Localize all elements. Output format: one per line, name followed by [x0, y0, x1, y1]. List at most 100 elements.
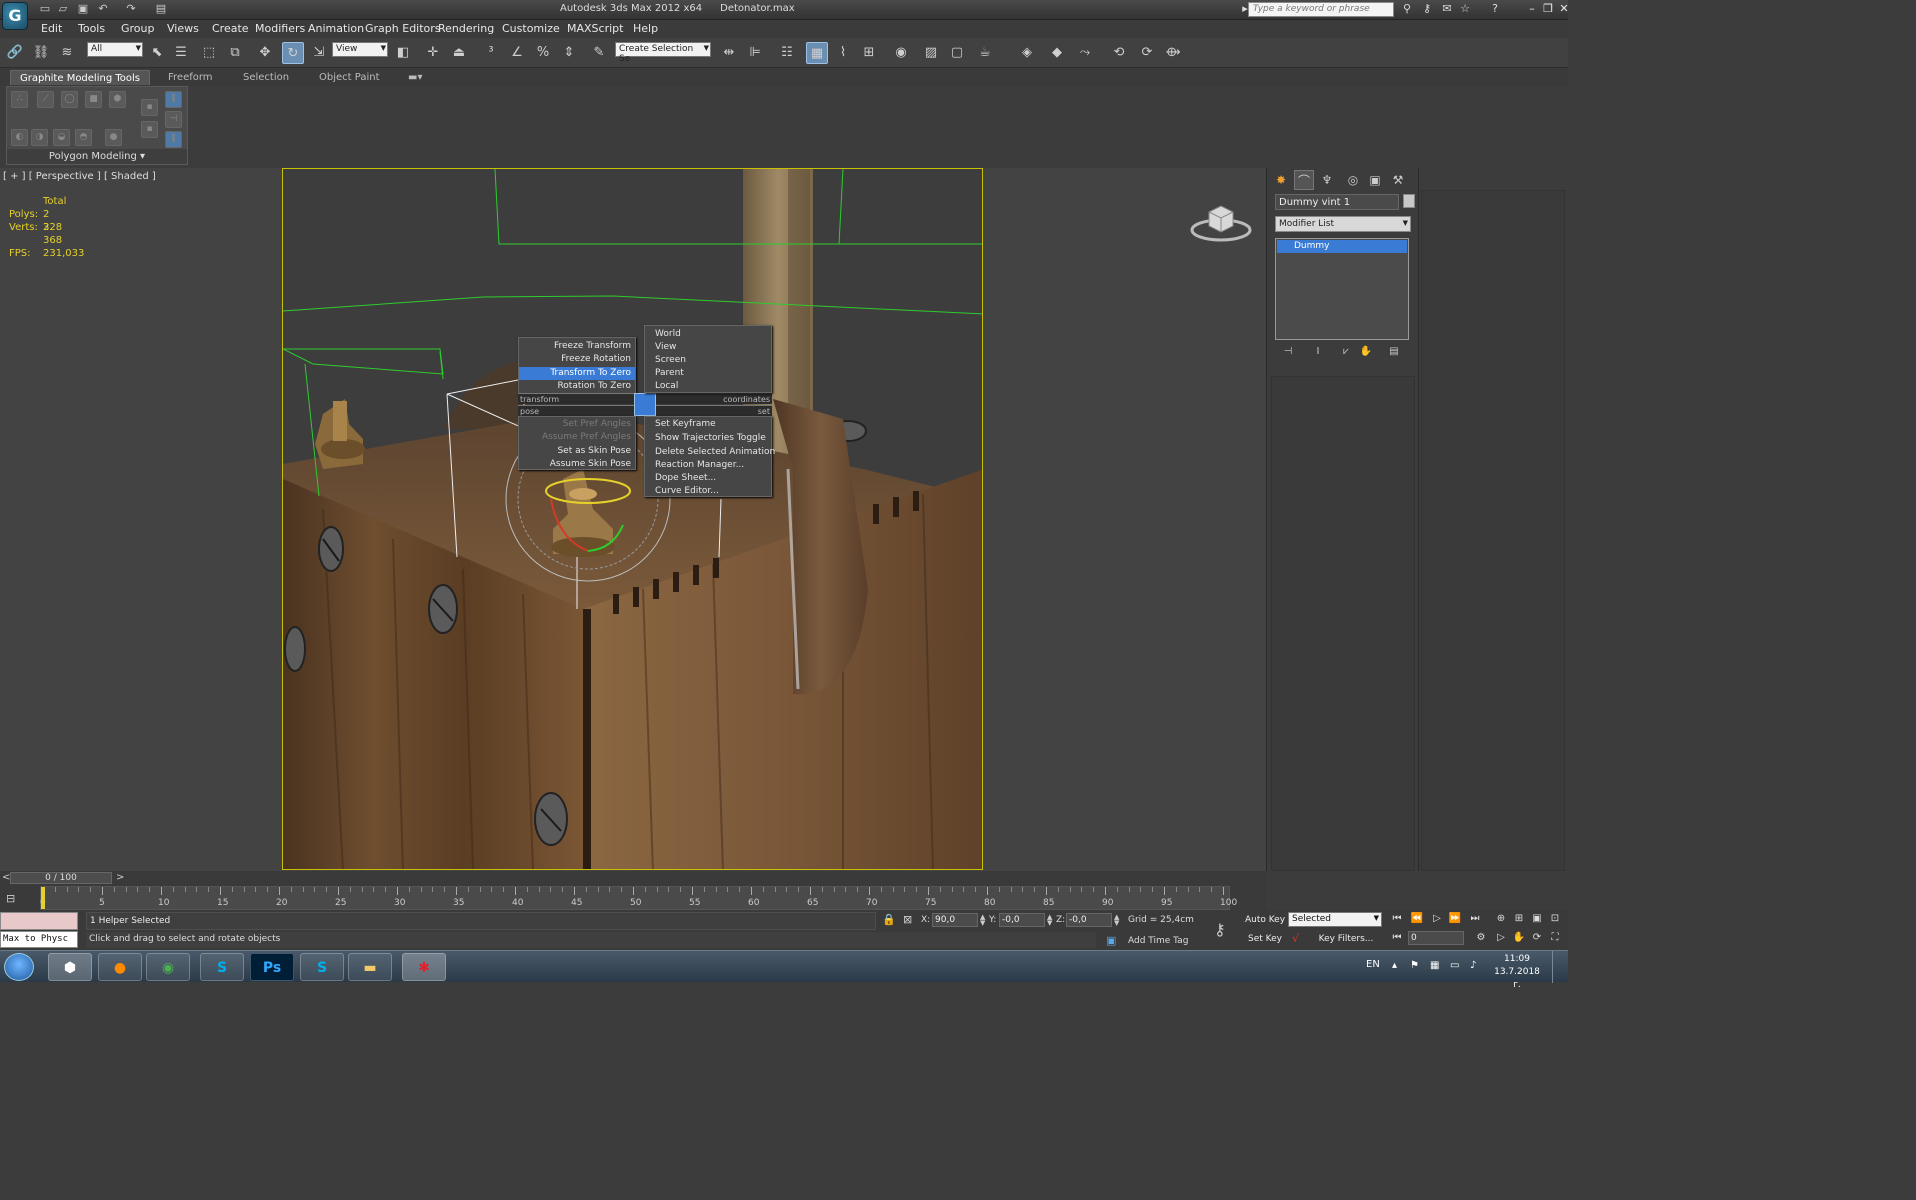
- time-next-button[interactable]: >: [116, 872, 124, 883]
- perspective-viewport[interactable]: [ + ] [ Perspective ] [ Shaded ] Total P…: [0, 168, 1266, 871]
- tray-expand-icon[interactable]: ▴: [1392, 960, 1397, 971]
- modifier-list-dropdown[interactable]: Modifier List: [1275, 216, 1411, 232]
- ribbon-options-icon[interactable]: ▬▾: [404, 70, 426, 85]
- mirror-icon[interactable]: ⇹: [718, 42, 740, 64]
- time-slider-thumb[interactable]: 0 / 100: [10, 872, 112, 884]
- new-file-icon[interactable]: ▭: [38, 2, 52, 16]
- unlink-icon[interactable]: ⛓: [30, 42, 52, 64]
- field-of-view-icon[interactable]: ▷: [1492, 932, 1510, 943]
- save-file-icon[interactable]: ▣: [76, 2, 90, 16]
- menu-rendering[interactable]: Rendering: [438, 22, 494, 35]
- tray-monitor-icon[interactable]: ▭: [1450, 960, 1459, 971]
- zoom-icon[interactable]: ⊕: [1492, 913, 1510, 924]
- y-coord-field[interactable]: -0,0: [999, 913, 1045, 927]
- set-key-icon[interactable]: ⚷: [1214, 920, 1226, 939]
- menu-item-curve-editor[interactable]: Curve Editor...: [655, 485, 771, 498]
- configure-sets-icon[interactable]: ▤: [1385, 346, 1403, 360]
- toolbar-ext-6-icon[interactable]: ⟴: [1162, 42, 1184, 64]
- angle-snap-icon[interactable]: ∠: [506, 42, 528, 64]
- toolbar-ext-3-icon[interactable]: ⤳: [1074, 42, 1096, 64]
- menu-item-assume-skin-pose[interactable]: Assume Skin Pose: [519, 458, 635, 471]
- menu-help[interactable]: Help: [633, 22, 658, 35]
- select-by-name-icon[interactable]: ☰: [170, 42, 192, 64]
- layer-manager-icon[interactable]: ☷: [776, 42, 798, 64]
- polygon-mode-icon[interactable]: ■: [85, 91, 102, 108]
- pan-view-icon[interactable]: ✋: [1510, 932, 1528, 943]
- select-and-move-icon[interactable]: ✥: [254, 42, 276, 64]
- key-icon[interactable]: ⚷: [1420, 2, 1434, 16]
- play-icon[interactable]: ▷: [1428, 913, 1446, 924]
- curve-editor-icon[interactable]: ⌇: [832, 42, 854, 64]
- material-editor-icon[interactable]: ◉: [890, 42, 912, 64]
- polygon-modeling-dropdown[interactable]: Polygon Modeling ▾: [7, 149, 187, 164]
- taskbar-explorer[interactable]: ▬: [348, 953, 392, 981]
- bind-space-warp-icon[interactable]: ≋: [56, 42, 78, 64]
- ref-coord-dropdown[interactable]: View: [332, 42, 388, 57]
- toggle-icon[interactable]: ⫼: [165, 131, 182, 148]
- select-manipulate-icon[interactable]: ✛: [422, 42, 444, 64]
- rect-selection-icon[interactable]: ⬚: [198, 42, 220, 64]
- key-filters-button[interactable]: Key Filters...: [1316, 932, 1376, 947]
- mini-curve-editor-icon[interactable]: ⊟: [6, 892, 15, 905]
- menu-item-dope-sheet[interactable]: Dope Sheet...: [655, 472, 771, 485]
- maxscript-listener-output[interactable]: [0, 912, 78, 930]
- view-cube[interactable]: [1190, 200, 1252, 242]
- menu-item-view[interactable]: View: [655, 341, 765, 354]
- selection-filter-dropdown[interactable]: All: [87, 42, 143, 57]
- viewport-label[interactable]: [ + ] [ Perspective ] [ Shaded ]: [3, 171, 156, 182]
- tray-network-icon[interactable]: ▦: [1430, 960, 1439, 971]
- selection-set-dropdown[interactable]: Selected: [1288, 912, 1382, 927]
- select-and-link-icon[interactable]: 🔗: [4, 42, 26, 64]
- pivot-center-icon[interactable]: ◧: [392, 42, 414, 64]
- vertex-mode-icon[interactable]: ∴: [11, 91, 28, 108]
- menu-edit[interactable]: Edit: [41, 22, 62, 35]
- maximize-viewport-icon[interactable]: ⛶: [1546, 932, 1564, 943]
- taskbar-app-red[interactable]: ✱: [402, 953, 446, 981]
- stack-item-dummy[interactable]: Dummy: [1277, 240, 1407, 253]
- render-teapot-icon[interactable]: ☕: [974, 42, 996, 64]
- utilities-tab-icon[interactable]: ⚒: [1388, 170, 1408, 190]
- taskbar-skype[interactable]: S: [200, 953, 244, 981]
- show-end-result-icon[interactable]: ⊣: [165, 111, 182, 128]
- set-key-button[interactable]: Set Key: [1244, 932, 1286, 947]
- menu-item-freeze-transform[interactable]: Freeze Transform: [519, 340, 635, 353]
- x-spinner-icon[interactable]: ▲ ▼: [980, 914, 985, 927]
- quad-center-handle[interactable]: [634, 393, 656, 416]
- key-mode-icon[interactable]: ⏮: [1388, 932, 1406, 943]
- pin-stack-icon[interactable]: ⊣: [1279, 346, 1297, 360]
- maxscript-listener-input[interactable]: Max to Physc: [0, 931, 78, 948]
- rendered-frame-icon[interactable]: ▢: [946, 42, 968, 64]
- element-mode-icon[interactable]: ⬢: [109, 91, 126, 108]
- menu-item-screen[interactable]: Screen: [655, 354, 765, 367]
- render-setup-icon[interactable]: ▨: [920, 42, 942, 64]
- window-crossing-icon[interactable]: ⧉: [224, 42, 246, 64]
- menu-item-parent[interactable]: Parent: [655, 367, 765, 380]
- minimize-button[interactable]: –: [1524, 2, 1540, 16]
- taskbar-photoshop[interactable]: Ps: [250, 953, 294, 981]
- tab-freeform[interactable]: Freeform: [164, 70, 217, 85]
- motion-tab-icon[interactable]: ◎: [1343, 170, 1363, 190]
- align-icon[interactable]: ⊫: [744, 42, 766, 64]
- favorites-star-icon[interactable]: ☆: [1458, 2, 1472, 16]
- toolbar-ext-5-icon[interactable]: ⟳: [1136, 42, 1158, 64]
- sub-object-icon[interactable]: ◒: [53, 129, 70, 146]
- search-input[interactable]: Type a keyword or phrase: [1248, 2, 1394, 17]
- toolbar-ext-4-icon[interactable]: ⟲: [1108, 42, 1130, 64]
- add-time-tag[interactable]: Add Time Tag: [1128, 936, 1188, 946]
- next-frame-icon[interactable]: ⏩: [1446, 913, 1464, 924]
- object-name-field[interactable]: Dummy vint 1: [1275, 194, 1399, 210]
- snaps-toggle-icon[interactable]: ³: [480, 42, 502, 64]
- key-curve-icon[interactable]: √: [1292, 932, 1299, 945]
- time-config-icon[interactable]: ⚙: [1472, 932, 1490, 943]
- help-icon[interactable]: ?: [1488, 2, 1502, 16]
- system-clock[interactable]: 11:09 13.7.2018 г.: [1490, 953, 1544, 992]
- stack-next-icon[interactable]: ▪: [141, 121, 158, 138]
- repeat-last-icon[interactable]: ●: [105, 129, 122, 146]
- menu-item-show-trajectories[interactable]: Show Trajectories Toggle: [655, 432, 771, 445]
- zoom-extents-all-icon[interactable]: ⊡: [1546, 913, 1564, 924]
- select-and-scale-icon[interactable]: ⇲: [308, 42, 330, 64]
- tab-graphite-modeling-tools[interactable]: Graphite Modeling Tools: [10, 70, 150, 85]
- go-to-end-icon[interactable]: ⏭: [1466, 913, 1484, 924]
- menu-item-reaction-manager[interactable]: Reaction Manager...: [655, 459, 771, 472]
- spinner-snap-icon[interactable]: ⇕: [558, 42, 580, 64]
